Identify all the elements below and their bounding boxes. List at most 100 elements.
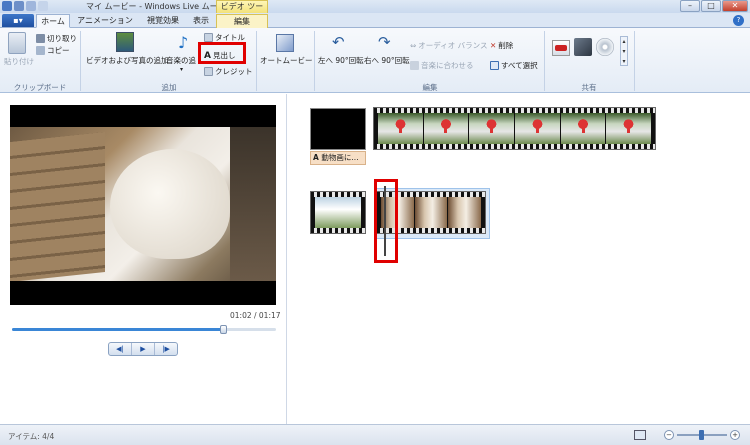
help-icon[interactable]: ? (733, 15, 744, 26)
device-icon[interactable] (574, 38, 592, 56)
frame-thumbnail (378, 113, 423, 144)
video-preview[interactable] (10, 105, 276, 305)
group-label-share: 共有 (581, 83, 597, 92)
automovie-icon[interactable] (276, 34, 294, 52)
playhead-highlight-box (374, 179, 398, 263)
caption-tag-text: 動物画に... (321, 153, 359, 162)
automovie-button[interactable]: オートムービー (260, 55, 313, 66)
frame-thumbnail (414, 197, 448, 228)
music-note-icon[interactable]: ♪ (178, 34, 188, 52)
group-divider (256, 31, 257, 91)
add-music-dropdown-icon[interactable]: ▾ (180, 66, 183, 73)
copy-label: コピー (47, 46, 70, 55)
ribbon: 貼り付け 切り取り コピー クリップボード ビデオおよび写真の追加 ♪ 音楽の追… (0, 28, 750, 93)
rotate-right-button[interactable]: 右へ 90°回転 (364, 55, 410, 66)
caption-tag[interactable]: A 動物画に... (310, 151, 366, 165)
film-perforation (311, 228, 365, 233)
item-count: アイテム: 4/4 (8, 432, 55, 441)
paste-label: 貼り付け (4, 57, 34, 66)
group-divider (80, 31, 81, 91)
credit-button[interactable]: クレジット (204, 66, 253, 77)
filmstrip-clip-garden[interactable] (373, 107, 656, 150)
fit-to-music-label: 音楽に合わせる (421, 61, 474, 70)
credit-label: クレジット (215, 67, 253, 76)
background-shape (230, 127, 276, 281)
zoom-out-button[interactable]: − (664, 430, 674, 440)
group-label-clipboard: クリップボード (13, 83, 67, 92)
title-icon (204, 33, 213, 42)
monitor-icon[interactable] (634, 430, 646, 440)
video-frame-image (10, 127, 276, 281)
fit-to-music-icon (410, 61, 419, 70)
copy-icon (36, 46, 45, 55)
rotate-left-label: 左へ 90°回転 (318, 56, 364, 65)
filmstrip-clip-lake[interactable] (310, 191, 366, 234)
audio-balance-icon: ⇔ (410, 41, 417, 50)
playback-controls: ◀| ▶ |▶ (108, 342, 178, 356)
youtube-icon[interactable] (552, 40, 570, 56)
save-icon[interactable] (2, 1, 12, 11)
group-label-edit: 編集 (422, 83, 438, 92)
paste-icon[interactable] (8, 32, 26, 54)
tab-home[interactable]: ホーム (36, 14, 70, 28)
dvd-icon[interactable] (596, 38, 614, 56)
delete-x-icon: ✕ (490, 41, 497, 50)
guinea-pig-shape (110, 149, 230, 259)
automovie-label: オートムービー (260, 56, 313, 65)
tab-animation[interactable]: アニメーション (74, 14, 136, 28)
frame-thumbnail (469, 113, 515, 144)
window-controls: – □ ✕ (680, 0, 748, 12)
group-divider (544, 31, 545, 91)
tab-edit[interactable]: 編集 (216, 14, 268, 28)
frame-thumbnail (515, 113, 560, 144)
previous-frame-button[interactable]: ◀| (109, 343, 132, 355)
scissors-icon (36, 34, 45, 43)
next-frame-button[interactable]: |▶ (155, 343, 177, 355)
redo-icon[interactable] (26, 1, 36, 11)
zoom-control: − + (664, 430, 740, 440)
file-menu-button[interactable]: ▪▾ (2, 14, 34, 27)
seek-bar[interactable] (12, 325, 276, 334)
fit-to-music-button[interactable]: 音楽に合わせる (410, 60, 474, 71)
tab-view[interactable]: 表示 (188, 14, 214, 28)
rotate-right-label: 右へ 90°回転 (364, 56, 410, 65)
rotate-left-icon[interactable]: ↶ (332, 33, 350, 51)
clip-frames (378, 113, 652, 144)
delete-label: 削除 (498, 41, 514, 50)
frame-thumbnail (560, 113, 606, 144)
select-all-icon (490, 61, 499, 70)
paste-button[interactable]: 貼り付け (4, 56, 34, 67)
zoom-slider[interactable] (677, 430, 727, 440)
seek-thumb[interactable] (220, 325, 228, 334)
wooden-hutch-shape (10, 132, 105, 281)
copy-button[interactable]: コピー (36, 45, 70, 56)
tab-visual-effects[interactable]: 視覚効果 (140, 14, 186, 28)
add-music-label: 音楽の追 (166, 56, 196, 65)
select-all-label: すべて選択 (501, 61, 538, 70)
zoom-in-button[interactable]: + (730, 430, 740, 440)
minimize-button[interactable]: – (680, 0, 700, 12)
cut-button[interactable]: 切り取り (36, 33, 77, 44)
audio-balance-button[interactable]: ⇔ オーディオ バランス (410, 40, 488, 51)
rotate-left-button[interactable]: 左へ 90°回転 (318, 55, 364, 66)
add-music-button[interactable]: 音楽の追 (166, 55, 196, 66)
undo-icon[interactable] (14, 1, 24, 11)
maximize-button[interactable]: □ (701, 0, 721, 12)
black-title-clip[interactable] (310, 108, 366, 150)
cut-label: 切り取り (47, 34, 77, 43)
qat-dropdown-icon[interactable] (38, 1, 48, 11)
zoom-thumb[interactable] (699, 430, 704, 440)
audio-balance-label: オーディオ バランス (418, 41, 488, 50)
rotate-right-icon[interactable]: ↷ (378, 33, 396, 51)
add-video-photo-button[interactable]: ビデオおよび写真の追加 (86, 55, 169, 66)
select-all-button[interactable]: すべて選択 (490, 60, 538, 71)
delete-button[interactable]: ✕ 削除 (490, 40, 513, 51)
share-gallery-scroll[interactable]: ▴ ▾ ▾ (620, 36, 628, 66)
frame-thumbnail (315, 197, 361, 228)
close-button[interactable]: ✕ (722, 0, 748, 12)
play-button[interactable]: ▶ (132, 343, 155, 355)
seek-progress (12, 328, 224, 331)
add-video-photo-icon[interactable] (116, 32, 134, 52)
add-video-photo-label: ビデオおよび写真の追加 (86, 56, 169, 65)
frame-thumbnail (423, 113, 469, 144)
